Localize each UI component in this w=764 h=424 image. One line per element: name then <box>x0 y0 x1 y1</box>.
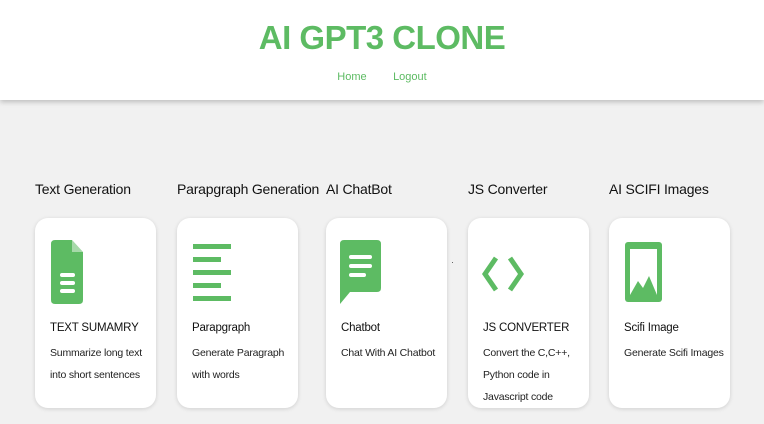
card-description: Generate Paragraph with words <box>192 347 285 381</box>
card-title: JS CONVERTER <box>483 322 570 334</box>
stray-dot <box>452 262 453 263</box>
nav-home-link[interactable]: Home <box>337 71 366 83</box>
card-description: Chat With AI Chatbot <box>341 347 436 359</box>
card-chatbot[interactable]: Chatbot Chat With AI Chatbot <box>326 218 447 408</box>
chat-bubble-icon <box>340 240 382 306</box>
paragraph-lines-icon <box>193 240 233 304</box>
card-title: TEXT SUMAMRY <box>50 322 139 334</box>
section-title-text-generation: Text Generation <box>35 181 131 197</box>
card-description: Generate Scifi Images <box>624 347 724 359</box>
section-title-ai-chatbot: AI ChatBot <box>326 181 392 197</box>
card-text-summary[interactable]: TEXT SUMAMRY Summarize long text into sh… <box>35 218 156 408</box>
card-title: Parapgraph <box>192 322 251 334</box>
code-brackets-icon <box>482 256 524 292</box>
card-description: Convert the C,C++, Python code in Javasc… <box>483 347 570 403</box>
section-title-paragraph-generation: Parapgraph Generation <box>177 181 320 197</box>
section-title-ai-scifi-images: AI SCIFI Images <box>609 181 709 197</box>
nav-logout-link[interactable]: Logout <box>393 71 427 83</box>
image-icon <box>625 240 663 304</box>
app-title: AI GPT3 CLONE <box>258 19 506 56</box>
card-title: Chatbot <box>341 322 380 334</box>
top-nav: Home Logout <box>0 67 764 85</box>
card-paragraph[interactable]: Parapgraph Generate Paragraph with words <box>177 218 298 408</box>
document-icon <box>51 240 87 306</box>
card-description: Summarize long text into short sentences <box>50 347 142 381</box>
card-title: Scifi Image <box>624 322 679 334</box>
card-scifi-image[interactable]: Scifi Image Generate Scifi Images <box>609 218 730 408</box>
card-js-converter[interactable]: JS CONVERTER Convert the C,C++, Python c… <box>468 218 589 408</box>
section-title-js-converter: JS Converter <box>468 181 548 197</box>
header: AI GPT3 CLONE Home Logout <box>0 0 764 100</box>
